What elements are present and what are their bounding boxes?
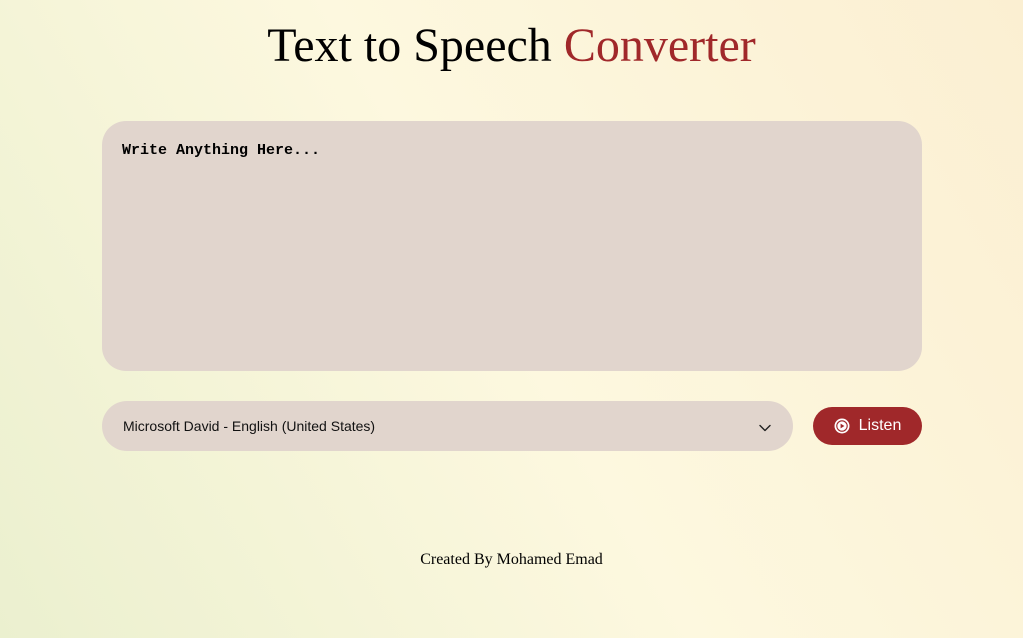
page-title: Text to Speech Converter [0, 19, 1023, 73]
voice-select-value: Microsoft David - English (United States… [123, 418, 376, 434]
voice-select[interactable]: Microsoft David - English (United States… [102, 401, 793, 451]
text-input[interactable] [102, 121, 922, 371]
title-main: Text to Speech [267, 19, 552, 72]
play-circle-icon [834, 418, 850, 434]
title-accent: Converter [563, 19, 756, 72]
footer-credit: Created By Mohamed Emad [420, 551, 603, 568]
listen-button-label: Listen [858, 417, 902, 434]
listen-button[interactable]: Listen [813, 407, 922, 445]
chevron-down-icon [759, 424, 771, 431]
